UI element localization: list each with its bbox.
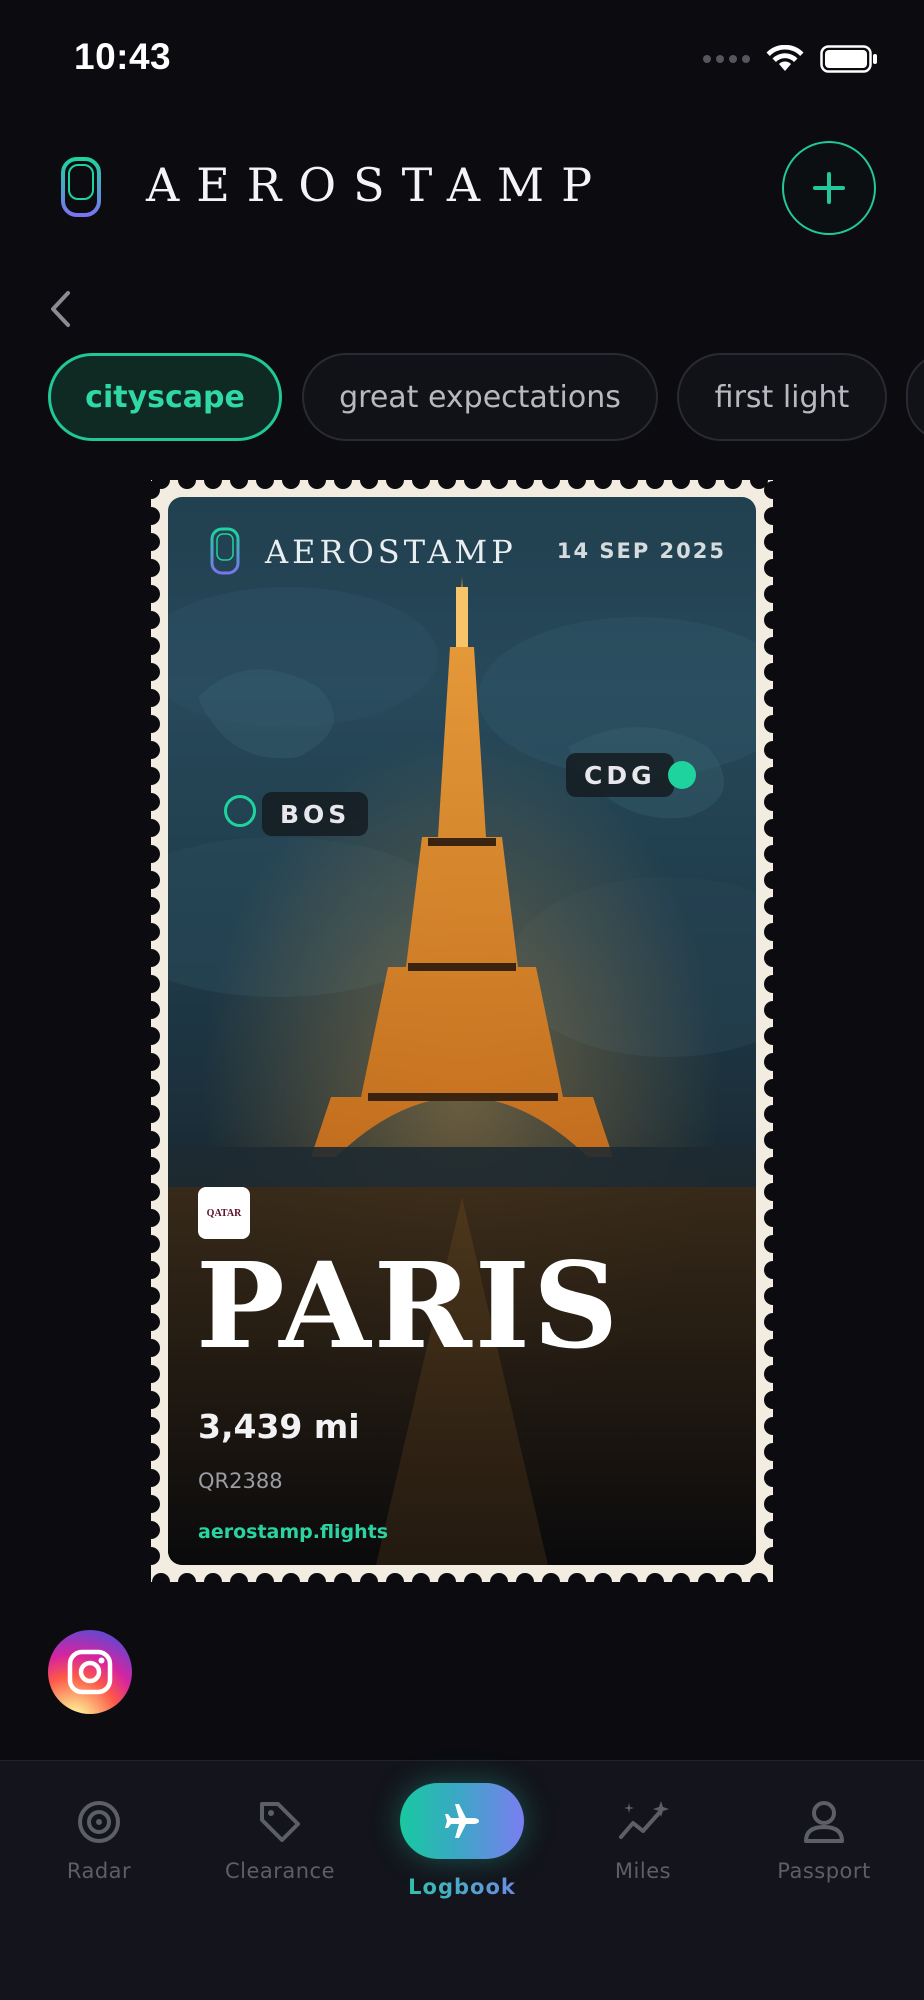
nav-miles[interactable]: Miles	[563, 1761, 723, 1921]
back-button[interactable]	[40, 284, 80, 334]
flight-number: QR2388	[198, 1469, 283, 1493]
status-bar: 10:43	[0, 0, 924, 110]
app-header: AEROSTAMP	[0, 130, 924, 240]
nav-label-radar: Radar	[66, 1859, 132, 1883]
tag-icon	[260, 1802, 300, 1842]
sparkle-chart-icon	[619, 1801, 669, 1839]
wifi-icon	[766, 45, 804, 71]
origin-marker	[224, 795, 256, 827]
battery-icon	[820, 45, 877, 73]
destination-city: PARIS	[196, 1236, 622, 1375]
stamp-image: AEROSTAMP 14 SEP 2025 BOS CDG QATAR PARI…	[168, 497, 756, 1565]
chip-cityscape[interactable]: cityscape	[48, 353, 282, 441]
airplane-icon	[445, 1804, 479, 1838]
app-title: AEROSTAMP	[146, 158, 610, 212]
nav-logbook[interactable]	[400, 1783, 524, 1859]
site-url: aerostamp.flights	[198, 1521, 389, 1543]
status-time: 10:43	[74, 36, 172, 77]
bottom-navigation: Radar Clearance Logbook Miles Passport	[0, 1760, 924, 2000]
instagram-share-button[interactable]	[48, 1630, 132, 1714]
destination-marker	[668, 761, 696, 789]
eiffel-tower-scene	[168, 577, 756, 1565]
chip-great-expectations[interactable]: great expectations	[302, 353, 658, 441]
flight-distance: 3,439 mi	[198, 1407, 360, 1446]
airline-logo: QATAR	[198, 1187, 250, 1239]
chip-overflow[interactable]	[906, 353, 924, 441]
stamp-brand: AEROSTAMP	[265, 533, 517, 571]
status-icons	[703, 42, 878, 76]
destination-code: CDG	[566, 753, 674, 797]
nav-clearance[interactable]: Clearance	[200, 1761, 360, 1921]
person-icon	[804, 1801, 844, 1843]
stamp-logo-icon	[210, 527, 240, 575]
instagram-icon	[67, 1649, 113, 1695]
nav-label-clearance: Clearance	[224, 1859, 336, 1883]
nav-passport[interactable]: Passport	[744, 1761, 904, 1921]
add-button[interactable]	[782, 141, 876, 235]
origin-code: BOS	[262, 792, 369, 836]
aerostamp-logo-icon	[61, 157, 101, 217]
cellular-signal-icon	[703, 55, 750, 63]
plus-icon	[813, 172, 845, 204]
chip-first-light[interactable]: first light	[677, 353, 887, 441]
chevron-left-icon	[51, 291, 70, 327]
nav-label-miles: Miles	[614, 1859, 672, 1883]
style-filter-chips: cityscape great expectations first light	[48, 353, 924, 443]
nav-radar[interactable]: Radar	[19, 1761, 179, 1921]
nav-label-passport: Passport	[777, 1859, 871, 1883]
stamp-date: 14 SEP 2025	[556, 539, 726, 563]
nav-label-logbook[interactable]: Logbook	[380, 1875, 544, 1899]
radar-icon	[78, 1801, 120, 1843]
